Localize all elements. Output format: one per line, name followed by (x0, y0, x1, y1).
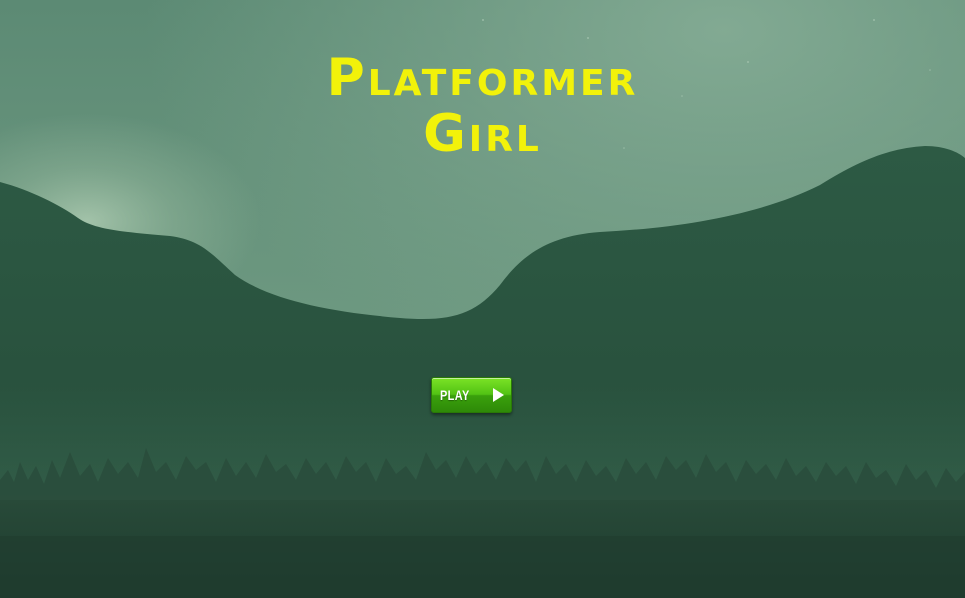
play-triangle-icon (493, 388, 504, 402)
game-title-line2: Girl (423, 104, 542, 164)
game-title-line1: Platformer (326, 48, 639, 108)
main-menu-screen: Platformer Girl PLAY (0, 0, 965, 598)
play-button[interactable]: PLAY (431, 377, 512, 413)
play-button-label: PLAY (440, 387, 470, 403)
